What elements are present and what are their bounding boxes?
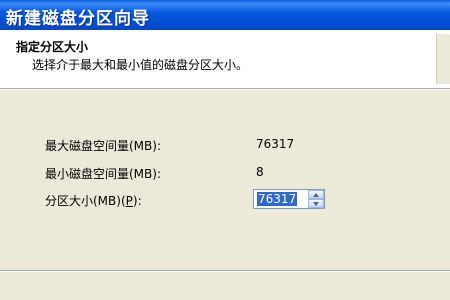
min-space-label: 最小磁盘空间量(MB): <box>45 167 161 181</box>
page-subtitle: 选择介于最大和最小值的磁盘分区大小。 <box>32 58 249 72</box>
partition-size-label-prefix: 分区大小(MB)( <box>45 194 126 208</box>
partition-size-spinbox[interactable]: 76317 <box>253 189 325 209</box>
page-title: 指定分区大小 <box>16 40 89 54</box>
partition-size-label-suffix: ): <box>132 194 142 208</box>
max-space-value: 76317 <box>256 137 295 151</box>
spin-buttons <box>308 190 324 208</box>
window-title: 新建磁盘分区向导 <box>6 9 150 29</box>
footer-divider-highlight <box>0 271 450 272</box>
partition-size-input[interactable]: 76317 <box>257 192 298 206</box>
arrow-down-icon <box>313 202 319 206</box>
spin-down-button[interactable] <box>308 199 324 208</box>
spin-up-button[interactable] <box>308 190 324 199</box>
arrow-up-icon <box>313 193 319 197</box>
wizard-icon <box>436 34 450 84</box>
title-bar[interactable]: 新建磁盘分区向导 <box>0 0 450 30</box>
max-space-label: 最大磁盘空间量(MB): <box>45 139 161 153</box>
wizard-header: 指定分区大小 选择介于最大和最小值的磁盘分区大小。 <box>0 30 450 89</box>
partition-size-label: 分区大小(MB)(P): <box>45 192 142 209</box>
header-divider <box>0 89 450 90</box>
partition-size-access-key: P <box>125 194 133 208</box>
min-space-value: 8 <box>256 165 264 179</box>
